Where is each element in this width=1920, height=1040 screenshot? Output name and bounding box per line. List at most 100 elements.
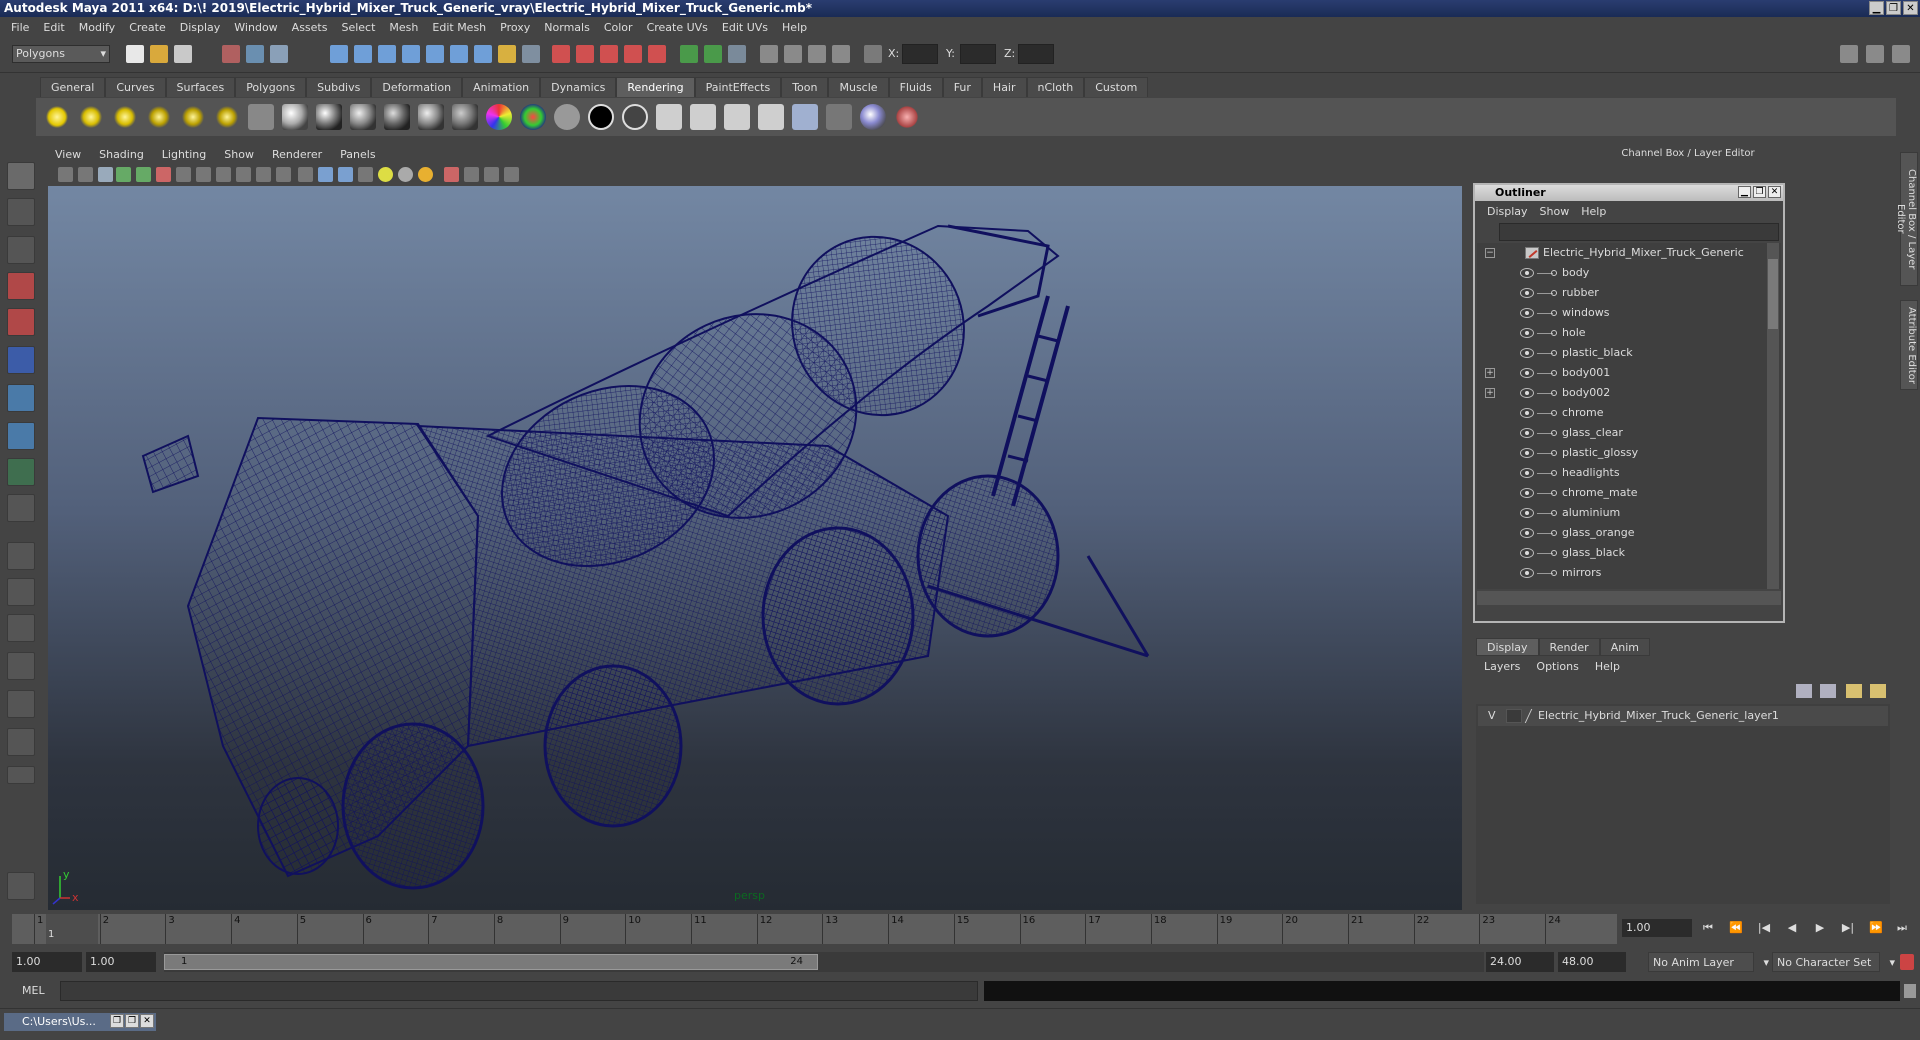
outliner-item[interactable]: glass_black [1477,543,1781,563]
menu-set-dropdown[interactable]: Polygons [12,45,110,63]
shelf-tab-ncloth[interactable]: nCloth [1026,77,1085,97]
area-light-icon[interactable] [180,104,206,130]
range-slider-bar[interactable]: 1 24 [164,954,818,970]
wireframe-on-shaded-icon[interactable] [338,167,353,182]
viewport-menu-view[interactable]: View [46,148,90,164]
safe-action-icon[interactable] [276,167,291,182]
numeric-input-icon[interactable] [864,45,882,63]
render-layer-icon[interactable] [248,104,274,130]
rename-icon[interactable] [784,45,802,63]
viewport-menu-shading[interactable]: Shading [90,148,153,164]
ocean-shader-icon[interactable] [622,104,648,130]
render-globals-icon[interactable] [758,104,784,130]
cluster-icon[interactable] [600,45,618,63]
textured-icon[interactable] [358,167,373,182]
shelf-tab-polygons[interactable]: Polygons [235,77,307,97]
side-tab-channel-box[interactable]: Channel Box / Layer Editor [1895,152,1918,286]
hypershade-icon[interactable] [690,104,716,130]
open-scene-icon[interactable] [150,45,168,63]
current-frame-marker[interactable]: 1 [46,914,98,944]
save-scene-icon[interactable] [174,45,192,63]
menu-edit-uvs[interactable]: Edit UVs [715,21,775,34]
outliner-close-button[interactable]: ✕ [1768,186,1781,198]
outliner-root-item[interactable]: − Electric_Hybrid_Mixer_Truck_Generic [1477,243,1781,263]
collapse-icon[interactable]: − [1485,248,1495,258]
menu-display[interactable]: Display [173,21,228,34]
shelf-tab-fluids[interactable]: Fluids [888,77,943,97]
use-all-lights-icon[interactable] [378,167,393,182]
outliner-item[interactable]: windows [1477,303,1781,323]
snap-point-icon[interactable] [378,45,396,63]
new-scene-icon[interactable] [126,45,144,63]
shelf-tab-toon[interactable]: Toon [781,77,829,97]
menu-color[interactable]: Color [597,21,640,34]
volume-light-icon[interactable] [214,104,240,130]
menu-modify[interactable]: Modify [72,21,122,34]
outliner-menu-display[interactable]: Display [1481,205,1534,218]
camera-attributes-icon[interactable] [78,167,93,182]
layer-visibility-toggle[interactable]: V [1488,706,1496,726]
outliner-horizontal-scrollbar[interactable] [1477,591,1781,605]
outliner-item[interactable]: plastic_glossy [1477,443,1781,463]
playback-start-field[interactable]: 1.00 [86,952,156,972]
ik-handle-icon[interactable] [552,45,570,63]
menu-create[interactable]: Create [122,21,173,34]
menu-select[interactable]: Select [334,21,382,34]
outliner-item[interactable]: glass_orange [1477,523,1781,543]
shelf-tab-custom[interactable]: Custom [1084,77,1149,97]
resolution-gate-icon[interactable] [216,167,231,182]
outliner-minimize-button[interactable]: ▁ [1738,186,1751,198]
outliner-layout-icon[interactable] [7,614,35,642]
xray-components-icon[interactable] [504,167,519,182]
ambient-light-icon[interactable] [44,104,70,130]
lock-icon[interactable] [498,45,516,63]
shelf-tab-curves[interactable]: Curves [105,77,166,97]
light-linking-icon[interactable] [792,104,818,130]
layer-tab-anim[interactable]: Anim [1599,638,1650,656]
viewport-menu-renderer[interactable]: Renderer [263,148,331,164]
shelf-tab-surfaces[interactable]: Surfaces [165,77,236,97]
soft-mod-tool-icon[interactable] [7,422,35,450]
move-tool-icon[interactable] [7,272,35,300]
layer-tab-display[interactable]: Display [1476,638,1539,656]
high-quality-icon[interactable] [418,167,433,182]
menu-help[interactable]: Help [775,21,814,34]
select-component-icon[interactable] [270,45,288,63]
go-to-start-icon[interactable]: ⏮ [1700,921,1716,935]
select-object-icon[interactable] [246,45,264,63]
outliner-item[interactable]: body [1477,263,1781,283]
layer-display-type-toggle[interactable] [1506,709,1522,723]
point-light-icon[interactable] [112,104,138,130]
snap-grid-icon[interactable] [330,45,348,63]
hypershade-layout-icon[interactable] [7,690,35,718]
menu-assets[interactable]: Assets [285,21,335,34]
manipulator-tool-icon[interactable] [7,384,35,412]
move-layer-down-icon[interactable] [1870,684,1886,698]
play-forwards-icon[interactable]: ▶ [1812,921,1828,935]
shelf-tab-painteffects[interactable]: PaintEffects [694,77,782,97]
outliner-item[interactable]: hole [1477,323,1781,343]
outliner-item[interactable]: glass_clear [1477,423,1781,443]
render-view-icon[interactable] [656,104,682,130]
menu-edit[interactable]: Edit [36,21,71,34]
step-forward-key-icon[interactable]: ⏩ [1868,921,1884,935]
dope-sheet-layout-icon[interactable] [7,728,35,756]
close-button[interactable]: ✕ [1903,1,1918,15]
render-frame-icon[interactable] [680,45,698,63]
smooth-shade-icon[interactable] [318,167,333,182]
outliner-item[interactable]: + body001 [1477,363,1781,383]
command-language-label[interactable]: MEL [22,984,45,997]
layout-options-icon[interactable] [7,766,35,784]
step-back-key-icon[interactable]: ⏪ [1728,921,1744,935]
new-empty-layer-icon[interactable] [1796,684,1812,698]
outliner-menu-help[interactable]: Help [1575,205,1612,218]
step-forward-frame-icon[interactable]: ▶| [1840,921,1856,935]
outliner-item[interactable]: plastic_black [1477,343,1781,363]
menu-window[interactable]: Window [227,21,284,34]
isolate-select-icon[interactable] [444,167,459,182]
viewport-menu-show[interactable]: Show [215,148,263,164]
xray-icon[interactable] [464,167,479,182]
playback-end-field[interactable]: 24.00 [1486,952,1554,972]
viewport-menu-lighting[interactable]: Lighting [153,148,215,164]
gate-mask-icon[interactable] [236,167,251,182]
